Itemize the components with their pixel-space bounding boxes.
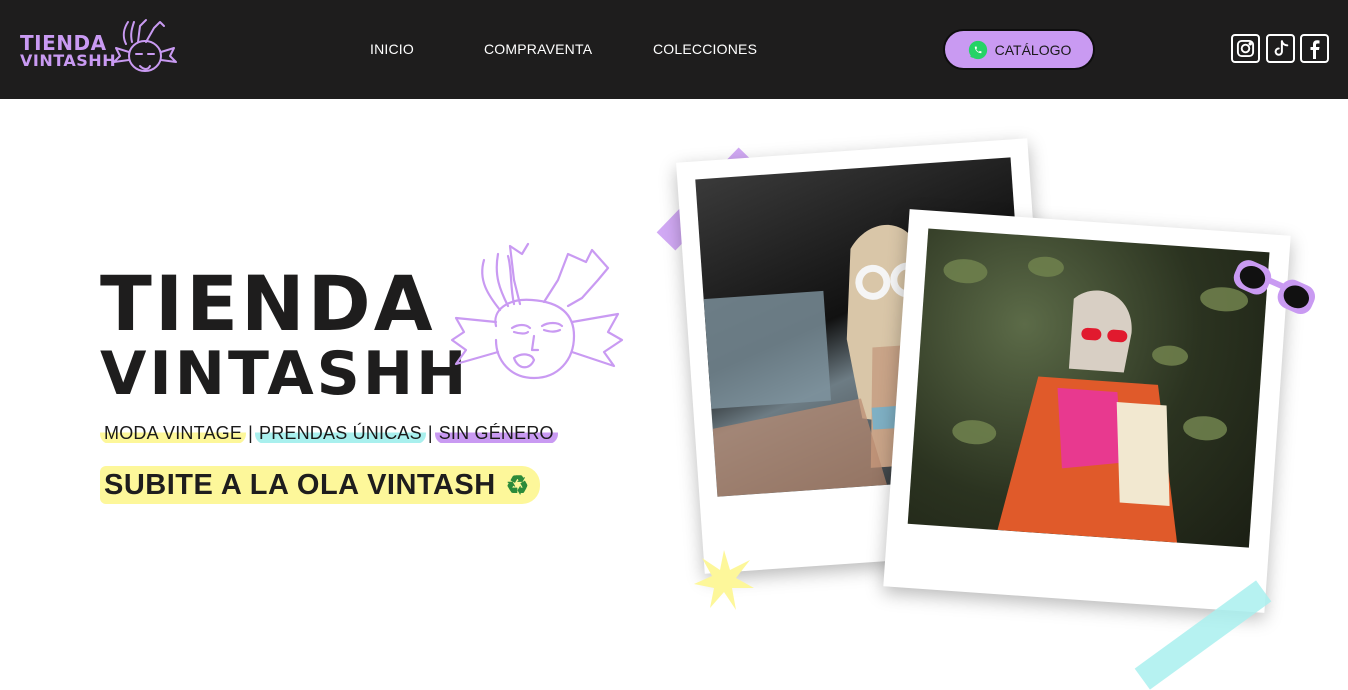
catalog-button[interactable]: CATÁLOGO <box>943 29 1095 70</box>
whatsapp-icon <box>968 40 987 59</box>
nav-link-inicio[interactable]: INICIO <box>370 41 414 57</box>
nav-link-compraventa[interactable]: COMPRAVENTA <box>484 41 592 57</box>
brand-line-2: VINTASHH <box>20 51 117 70</box>
hero-slogan: SUBITE A LA OLA VINTASH ♻ <box>100 466 540 504</box>
instagram-icon[interactable] <box>1231 34 1260 63</box>
top-navbar: TIENDA VINTASHH INICIO COMPRAVENTA COLEC… <box>0 0 1348 99</box>
tiktok-icon[interactable] <box>1266 34 1295 63</box>
photo-woman-with-plants <box>907 228 1270 548</box>
sunglasses-icon <box>1233 260 1316 315</box>
nav-link-colecciones[interactable]: COLECCIONES <box>653 41 757 57</box>
hero-title-line-2: VINTASHH <box>100 339 470 409</box>
slogan-text: SUBITE A LA OLA VINTASH <box>104 468 496 501</box>
hero-title-line-1: TIENDA <box>100 259 436 348</box>
catalog-button-label: CATÁLOGO <box>994 41 1072 58</box>
facebook-icon[interactable] <box>1300 34 1329 63</box>
mascot-illustration-icon <box>450 242 624 380</box>
hero-title: TIENDA VINTASHH <box>100 259 470 409</box>
tag-prendas-unicas: PRENDAS ÚNICAS <box>254 422 426 444</box>
tag-separator: | <box>427 422 433 443</box>
tag-separator: | <box>248 422 253 443</box>
brand-logo[interactable]: TIENDA VINTASHH <box>20 18 180 80</box>
recycle-icon: ♻ <box>505 469 530 500</box>
tag-sin-genero: SIN GÉNERO <box>434 422 558 444</box>
starburst-icon <box>694 550 754 610</box>
tag-moda-vintage: MODA VINTAGE <box>100 422 247 444</box>
mascot-face-icon <box>113 19 177 72</box>
hero-tags: MODA VINTAGE | PRENDAS ÚNICAS | SIN GÉNE… <box>100 420 558 446</box>
brand-wordmark: TIENDA VINTASHH <box>20 31 117 70</box>
brand-line-1: TIENDA <box>20 31 107 55</box>
